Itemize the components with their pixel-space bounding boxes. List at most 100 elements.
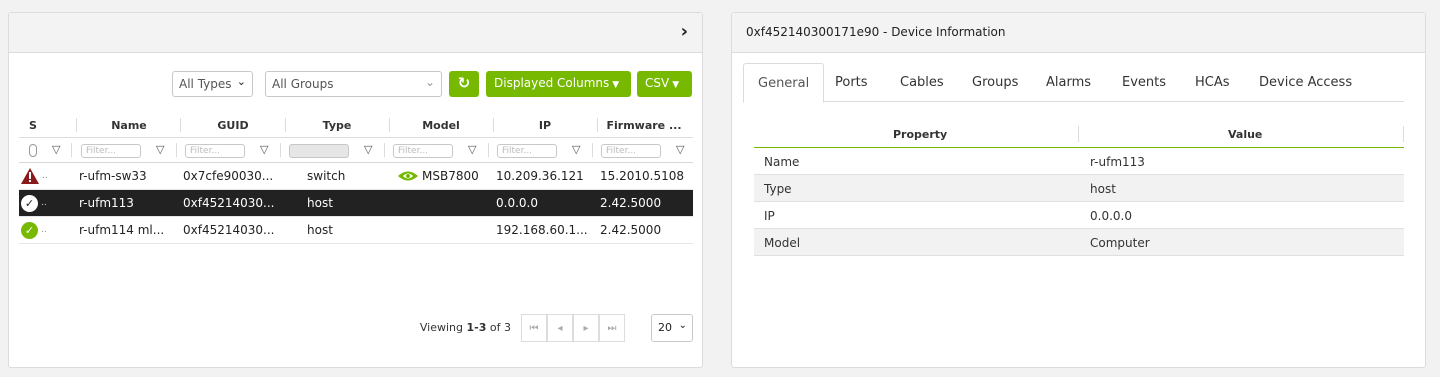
previous-page-button[interactable]: ◂ bbox=[547, 314, 573, 342]
property-name: Name bbox=[764, 155, 800, 169]
tab-general[interactable]: General bbox=[743, 63, 825, 103]
page-size-select[interactable]: 20 ⌄ bbox=[651, 314, 693, 342]
next-page-icon: ▸ bbox=[583, 322, 589, 334]
csv-button[interactable]: CSV ▼ bbox=[637, 71, 692, 97]
model-filter-input[interactable]: Filter... bbox=[393, 144, 453, 158]
types-select[interactable]: All Types ⌄ bbox=[172, 71, 253, 97]
guid-filter-input[interactable]: Filter... bbox=[185, 144, 245, 158]
devices-toolbar: All Types ⌄ All Groups ⌄ ↻ Displayed Col… bbox=[9, 71, 702, 99]
chevron-right-icon[interactable]: › bbox=[681, 22, 688, 42]
guid-cell: 0xf45214030... bbox=[183, 223, 275, 237]
properties-header-row: Property Value bbox=[754, 121, 1404, 148]
first-page-icon: ⏮ bbox=[529, 322, 539, 334]
tab-cables[interactable]: Cables bbox=[900, 63, 944, 102]
viewing-prefix: Viewing bbox=[419, 321, 467, 334]
status-cell: ✓.. bbox=[21, 190, 71, 216]
filter-icon[interactable]: ▽ bbox=[468, 143, 476, 156]
property-value: host bbox=[1090, 182, 1116, 196]
viewing-range: 1-3 bbox=[466, 321, 487, 334]
column-header-ip[interactable]: IP bbox=[495, 113, 595, 137]
device-info-header: 0xf452140300171e90 - Device Information bbox=[732, 13, 1425, 53]
column-header-model[interactable]: Model bbox=[391, 113, 491, 137]
model-cell: MSB7800 bbox=[397, 163, 493, 189]
status-cell: ✓.. bbox=[21, 217, 71, 243]
pagination: Viewing 1-3 of 3 ⏮ ◂ ▸ ⏭ 20 ⌄ bbox=[19, 314, 693, 342]
displayed-columns-label: Displayed Columns bbox=[494, 76, 610, 90]
firmware-cell: 2.42.5000 bbox=[600, 196, 662, 210]
tab-hcas[interactable]: HCAs bbox=[1195, 63, 1230, 102]
property-row: Name r-ufm113 bbox=[754, 148, 1404, 175]
ip-cell: 192.168.60.1... bbox=[496, 223, 588, 237]
filter-icon[interactable]: ▽ bbox=[676, 143, 684, 156]
page-size-value: 20 bbox=[658, 321, 672, 334]
tab-events[interactable]: Events bbox=[1122, 63, 1166, 102]
check-circle-icon: ✓ bbox=[21, 194, 38, 212]
chevron-down-icon: ⌄ bbox=[678, 320, 687, 331]
device-info-title: 0xf452140300171e90 - Device Information bbox=[746, 25, 1006, 39]
viewing-suffix: of 3 bbox=[486, 321, 511, 334]
model-value: MSB7800 bbox=[422, 169, 479, 183]
property-name: Model bbox=[764, 236, 801, 250]
table-row[interactable]: ✓.. r-ufm114 ml... 0xf45214030... host 1… bbox=[19, 217, 693, 244]
refresh-button[interactable]: ↻ bbox=[449, 71, 479, 97]
table-header-row: S Name GUID Type Model IP Firmware ... bbox=[19, 113, 693, 137]
table-row[interactable]: .. r-ufm-sw33 0x7cfe90030... switch MSB7… bbox=[19, 163, 693, 190]
device-info-panel: 0xf452140300171e90 - Device Information … bbox=[731, 12, 1426, 368]
check-circle-icon: ✓ bbox=[21, 221, 38, 239]
device-info-tabs: General Ports Cables Groups Alarms Event… bbox=[743, 63, 1404, 103]
types-select-value: All Types bbox=[179, 77, 232, 91]
ip-filter-input[interactable]: Filter... bbox=[497, 144, 557, 158]
tab-device-access[interactable]: Device Access bbox=[1259, 63, 1352, 102]
type-filter-select[interactable] bbox=[289, 144, 349, 158]
tab-groups[interactable]: Groups bbox=[972, 63, 1018, 102]
filter-icon[interactable]: ▽ bbox=[572, 143, 580, 156]
displayed-columns-button[interactable]: Displayed Columns ▼ bbox=[486, 71, 631, 97]
first-page-button[interactable]: ⏮ bbox=[521, 314, 547, 342]
firmware-cell: 2.42.5000 bbox=[600, 223, 662, 237]
type-cell: host bbox=[307, 223, 333, 237]
column-header-type[interactable]: Type bbox=[287, 113, 387, 137]
devices-panel-header: › bbox=[9, 13, 702, 53]
column-header-status[interactable]: S bbox=[19, 113, 47, 137]
ip-cell: 0.0.0.0 bbox=[496, 196, 538, 210]
filter-icon[interactable]: ▽ bbox=[156, 143, 164, 156]
name-cell: r-ufm113 bbox=[79, 196, 134, 210]
column-header-firmware[interactable]: Firmware ... bbox=[599, 113, 689, 137]
column-header-guid[interactable]: GUID bbox=[183, 113, 283, 137]
filter-icon[interactable]: ▽ bbox=[52, 143, 60, 156]
firmware-filter-input[interactable]: Filter... bbox=[601, 144, 661, 158]
next-page-button[interactable]: ▸ bbox=[573, 314, 599, 342]
property-value: 0.0.0.0 bbox=[1090, 209, 1132, 223]
csv-label: CSV bbox=[645, 76, 670, 90]
caret-down-icon: ▼ bbox=[612, 80, 620, 90]
ip-cell: 10.209.36.121 bbox=[496, 169, 584, 183]
filter-icon[interactable]: ▽ bbox=[260, 143, 268, 156]
property-name: IP bbox=[764, 209, 775, 223]
chevron-down-icon: ⌄ bbox=[236, 75, 246, 88]
property-row: Model Computer bbox=[754, 229, 1404, 256]
guid-cell: 0x7cfe90030... bbox=[183, 169, 274, 183]
guid-cell: 0xf45214030... bbox=[183, 196, 275, 210]
filter-icon[interactable]: ▽ bbox=[364, 143, 372, 156]
name-cell: r-ufm-sw33 bbox=[79, 169, 147, 183]
tab-ports[interactable]: Ports bbox=[835, 63, 868, 102]
name-filter-input[interactable]: Filter... bbox=[81, 144, 141, 158]
status-filter-checkbox[interactable] bbox=[29, 144, 37, 157]
column-header-name[interactable]: Name bbox=[79, 113, 179, 137]
groups-select-value: All Groups bbox=[272, 77, 334, 91]
tab-alarms[interactable]: Alarms bbox=[1046, 63, 1091, 102]
last-page-button[interactable]: ⏭ bbox=[599, 314, 625, 342]
status-cell: .. bbox=[21, 163, 71, 189]
viewing-count: Viewing 1-3 of 3 bbox=[420, 321, 511, 334]
property-row: IP 0.0.0.0 bbox=[754, 202, 1404, 229]
devices-table: S Name GUID Type Model IP Firmware ... ▽… bbox=[19, 113, 693, 244]
type-cell: switch bbox=[307, 169, 346, 183]
property-row: Type host bbox=[754, 175, 1404, 202]
type-cell: host bbox=[307, 196, 333, 210]
table-row[interactable]: ✓.. r-ufm113 0xf45214030... host 0.0.0.0… bbox=[19, 190, 693, 217]
column-header-property: Property bbox=[893, 128, 948, 141]
caret-down-icon: ▼ bbox=[672, 80, 680, 90]
groups-select[interactable]: All Groups ⌄ bbox=[265, 71, 442, 97]
filter-row: ▽ Filter... ▽ Filter... ▽ ▽ Filter... ▽ … bbox=[19, 137, 693, 163]
warning-icon bbox=[21, 168, 39, 184]
